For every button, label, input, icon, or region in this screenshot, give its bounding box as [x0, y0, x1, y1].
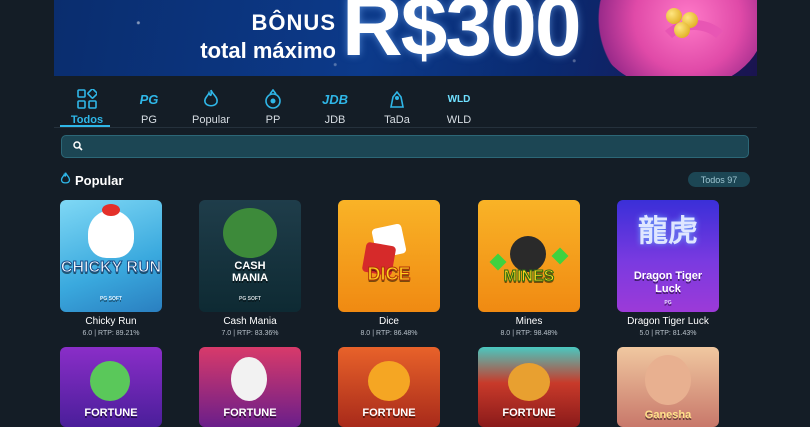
game-art-provider: PG SOFT [100, 296, 122, 302]
game-rating: 8.0 [500, 330, 511, 337]
tab-label: TaDa [384, 114, 410, 126]
tab-label: Popular [192, 114, 230, 126]
rabbit-illustration [231, 357, 267, 401]
game-card[interactable]: CHICKY RUN PG SOFT Chicky Run 6.0 | RTP: 8… [60, 200, 162, 337]
tab-wld[interactable]: WLD WLD [432, 88, 486, 127]
game-card[interactable]: FORTUNE [478, 347, 580, 427]
game-card[interactable]: FORTUNE [60, 347, 162, 427]
game-card[interactable]: FORTUNE [338, 347, 440, 427]
game-name: Mines [515, 316, 543, 327]
tab-jdb[interactable]: JDB JDB [308, 88, 362, 127]
coin-icon [674, 22, 690, 38]
tab-pg[interactable]: PG PG [122, 88, 176, 127]
promo-banner[interactable]: BÔNUS total máximo R$300 [54, 0, 757, 76]
game-art-title: MINES [503, 268, 555, 286]
game-rating: 7.0 [221, 330, 232, 337]
game-art-title: DICE [367, 264, 411, 285]
game-art-provider: PG [664, 300, 672, 306]
tab-label: PP [265, 114, 281, 126]
tab-label: WLD [446, 114, 472, 126]
ganesha-illustration [645, 355, 691, 405]
game-card[interactable]: FORTUNE [199, 347, 301, 427]
game-art-title: FORTUNE [84, 407, 138, 419]
banner-amount: R$300 [342, 0, 582, 73]
game-thumbnail[interactable]: FORTUNE [338, 347, 440, 427]
game-art-title: Dragon Tiger Luck [633, 270, 703, 295]
game-art-provider: PG SOFT [239, 296, 261, 302]
game-rating: 6.0 [82, 330, 93, 337]
game-thumbnail[interactable]: FORTUNE [478, 347, 580, 427]
game-rtp: RTP: 83.36% [237, 330, 279, 337]
game-name: Dragon Tiger Luck [627, 316, 709, 327]
game-thumbnail[interactable]: CASH MANIA PG SOFT [199, 200, 301, 312]
game-rating: 8.0 [360, 330, 371, 337]
game-art-title: FORTUNE [223, 407, 277, 419]
chicken-comb [102, 204, 120, 216]
game-rtp: RTP: 89.21% [98, 330, 140, 337]
game-rating: 5.0 [639, 330, 650, 337]
wld-logo-icon: WLD [447, 93, 471, 105]
flame-icon [60, 172, 71, 188]
tab-todos[interactable]: Todos [60, 88, 114, 126]
ox-illustration [508, 363, 550, 401]
game-name: Chicky Run [85, 316, 137, 327]
tada-logo-icon [388, 88, 406, 110]
dragon-illustration [90, 361, 130, 401]
game-meta: 6.0 | RTP: 89.21% [82, 330, 140, 337]
game-card[interactable]: MINES Mines 8.0 | RTP: 98.48% [478, 200, 580, 337]
provider-tabs: Todos PG PG Popular PP JDB JDB TaDa WLD … [60, 88, 494, 126]
game-art-title: CASH MANIA [231, 260, 269, 284]
section-title: Popular [75, 172, 124, 188]
game-art-glyphs: 龍虎 [638, 215, 698, 248]
game-name: Dice [378, 316, 399, 327]
game-meta: 5.0 | RTP: 81.43% [639, 330, 697, 337]
game-thumbnail[interactable]: Ganesha [617, 347, 719, 427]
view-all-button[interactable]: Todos 97 [688, 172, 750, 187]
section-header: Popular [60, 172, 123, 188]
game-card[interactable]: 龍虎 Dragon Tiger Luck PG Dragon Tiger Luc… [617, 200, 719, 337]
banner-bonus-label: BÔNUS [251, 10, 336, 35]
gem-icon [551, 247, 569, 265]
jdb-logo-icon: JDB [321, 91, 348, 107]
game-art-title: Ganesha [644, 409, 692, 421]
game-thumbnail[interactable]: 龍虎 Dragon Tiger Luck PG [617, 200, 719, 312]
tab-label: JDB [324, 114, 346, 126]
tab-tada[interactable]: TaDa [370, 88, 424, 126]
game-meta: 8.0 | RTP: 86.48% [360, 330, 418, 337]
chicken-illustration [88, 210, 134, 258]
character-illustration [223, 208, 277, 258]
game-art-title: FORTUNE [362, 407, 416, 419]
pp-logo-icon [264, 88, 282, 110]
game-card[interactable]: Ganesha [617, 347, 719, 427]
tab-label: PG [141, 114, 157, 126]
game-thumbnail[interactable]: FORTUNE [199, 347, 301, 427]
flame-icon [203, 88, 219, 110]
banner-max-label: total máximo [200, 38, 336, 63]
tab-pp[interactable]: PP [246, 88, 300, 126]
pg-logo-icon: PG [139, 91, 159, 107]
game-thumbnail[interactable]: CHICKY RUN PG SOFT [60, 200, 162, 312]
game-card[interactable]: CASH MANIA PG SOFT Cash Mania 7.0 | RTP: 8… [199, 200, 301, 337]
game-art-title: FORTUNE [502, 407, 556, 419]
search-bar[interactable] [61, 135, 749, 158]
game-card[interactable]: DICE Dice 8.0 | RTP: 86.48% [338, 200, 440, 337]
game-thumbnail[interactable]: DICE [338, 200, 440, 312]
search-icon [73, 138, 83, 156]
game-meta: 7.0 | RTP: 83.36% [221, 330, 279, 337]
game-thumbnail[interactable]: MINES [478, 200, 580, 312]
game-rtp: RTP: 86.48% [376, 330, 418, 337]
grid-icon [77, 88, 97, 110]
game-rtp: RTP: 98.48% [516, 330, 558, 337]
game-art-title: CHICKY RUN [60, 259, 162, 276]
search-input[interactable] [89, 139, 733, 154]
game-meta: 8.0 | RTP: 98.48% [500, 330, 558, 337]
game-name: Cash Mania [223, 316, 277, 327]
bomb-illustration [510, 236, 546, 272]
game-thumbnail[interactable]: FORTUNE [60, 347, 162, 427]
game-rtp: RTP: 81.43% [655, 330, 697, 337]
tabs-divider [54, 127, 757, 128]
tab-popular[interactable]: Popular [184, 88, 238, 126]
tiger-illustration [368, 361, 410, 401]
